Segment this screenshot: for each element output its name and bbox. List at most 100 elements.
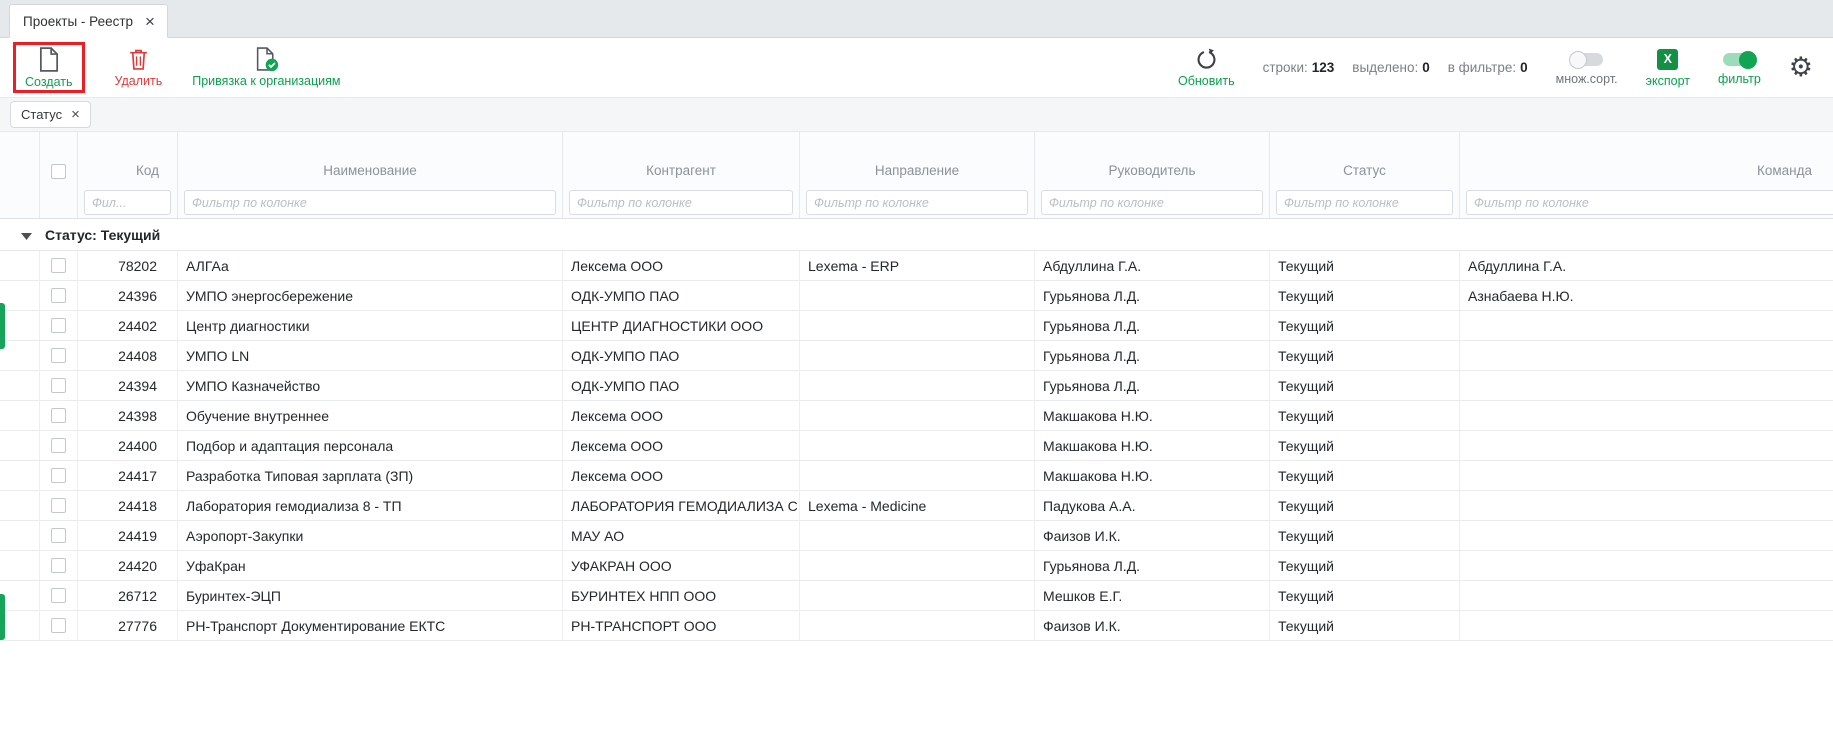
- table-row[interactable]: 27776РН-Транспорт Документирование ЕКТСР…: [0, 611, 1833, 641]
- filter-toggle[interactable]: [1723, 53, 1755, 66]
- row-checkbox-cell: [40, 611, 78, 641]
- bind-organizations-button[interactable]: Привязка к организациям: [192, 46, 340, 89]
- multi-sort-toggle-button[interactable]: множ.сорт.: [1556, 48, 1618, 87]
- row-checkbox[interactable]: [51, 618, 66, 633]
- column-header-status[interactable]: Статус: [1270, 132, 1460, 187]
- column-header-manager[interactable]: Руководитель: [1035, 132, 1270, 187]
- cell-counterparty: ЛАБОРАТОРИЯ ГЕМОДИАЛИЗА С: [563, 491, 800, 521]
- column-header-counterparty[interactable]: Контрагент: [563, 132, 800, 187]
- cell-name: Центр диагностики: [178, 311, 563, 341]
- filter-cell-status: [1270, 187, 1460, 218]
- table-row[interactable]: 24419Аэропорт-ЗакупкиМАУ АОФаизов И.К.Те…: [0, 521, 1833, 551]
- cell-manager: Макшакова Н.Ю.: [1035, 401, 1270, 431]
- row-checkbox-cell: [40, 551, 78, 581]
- excel-export-icon: X: [1657, 49, 1678, 70]
- group-value: Текущий: [101, 227, 160, 243]
- column-header-team[interactable]: Команда: [1460, 132, 1833, 187]
- filter-cell-direction: [800, 187, 1035, 218]
- row-checkbox[interactable]: [51, 558, 66, 573]
- chip-close-icon[interactable]: ×: [71, 107, 80, 122]
- column-filter-input-manager[interactable]: [1041, 190, 1263, 215]
- table-row[interactable]: 24394УМПО КазначействоОДК-УМПО ПАОГурьян…: [0, 371, 1833, 401]
- export-label: экспорт: [1646, 75, 1690, 89]
- column-header-code[interactable]: Код: [78, 132, 178, 187]
- filter-cell-code: [78, 187, 178, 218]
- row-checkbox[interactable]: [51, 438, 66, 453]
- grid-header-titles: КодНаименованиеКонтрагентНаправлениеРуко…: [0, 132, 1833, 187]
- column-header-name[interactable]: Наименование: [178, 132, 563, 187]
- row-checkbox-cell: [40, 371, 78, 401]
- column-filter-input-team[interactable]: [1466, 190, 1833, 215]
- row-checkbox[interactable]: [51, 258, 66, 273]
- collapse-triangle-icon[interactable]: [21, 227, 32, 243]
- table-row[interactable]: 24398Обучение внутреннееЛексема ОООМакша…: [0, 401, 1833, 431]
- cell-status: Текущий: [1270, 251, 1460, 281]
- group-row-status[interactable]: Статус: Текущий: [0, 219, 1833, 251]
- table-row[interactable]: 26712Буринтех-ЭЦПБУРИНТЕХ НПП ОООМешков …: [0, 581, 1833, 611]
- cell-team: [1460, 431, 1833, 461]
- cell-status: Текущий: [1270, 521, 1460, 551]
- delete-button-label: Удалить: [115, 75, 163, 89]
- table-row[interactable]: 24402Центр диагностикиЦЕНТР ДИАГНОСТИКИ …: [0, 311, 1833, 341]
- cell-code: 78202: [78, 251, 178, 281]
- cell-direction: [800, 611, 1035, 641]
- cell-direction: [800, 581, 1035, 611]
- cell-manager: Гурьянова Л.Д.: [1035, 371, 1270, 401]
- row-expander-cell: [0, 281, 40, 311]
- row-checkbox[interactable]: [51, 378, 66, 393]
- refresh-button[interactable]: Обновить: [1178, 46, 1235, 89]
- export-button[interactable]: X экспорт: [1646, 47, 1690, 89]
- multi-sort-label: множ.сорт.: [1556, 73, 1618, 87]
- table-row[interactable]: 24417Разработка Типовая зарплата (ЗП)Лек…: [0, 461, 1833, 491]
- grid-body: 78202АЛГАаЛексема ОООLexema - ERPАбдулли…: [0, 251, 1833, 641]
- tab-projects-registry[interactable]: Проекты - Реестр ×: [9, 4, 168, 38]
- cell-team: [1460, 401, 1833, 431]
- cell-manager: Гурьянова Л.Д.: [1035, 341, 1270, 371]
- row-checkbox[interactable]: [51, 498, 66, 513]
- cell-counterparty: ОДК-УМПО ПАО: [563, 371, 800, 401]
- column-filter-input-direction[interactable]: [806, 190, 1028, 215]
- delete-button[interactable]: Удалить: [115, 46, 163, 89]
- column-filter-input-counterparty[interactable]: [569, 190, 793, 215]
- cell-status: Текущий: [1270, 611, 1460, 641]
- table-row[interactable]: 24400Подбор и адаптация персоналаЛексема…: [0, 431, 1833, 461]
- row-expander-cell: [0, 611, 40, 641]
- row-checkbox[interactable]: [51, 318, 66, 333]
- filter-cell-manager: [1035, 187, 1270, 218]
- cell-status: Текущий: [1270, 371, 1460, 401]
- row-checkbox[interactable]: [51, 288, 66, 303]
- column-header-direction[interactable]: Направление: [800, 132, 1035, 187]
- filter-chip-status[interactable]: Статус ×: [10, 101, 91, 128]
- cell-code: 24419: [78, 521, 178, 551]
- table-row[interactable]: 24396УМПО энергосбережениеОДК-УМПО ПАОГу…: [0, 281, 1833, 311]
- row-checkbox[interactable]: [51, 588, 66, 603]
- filter-toggle-button[interactable]: фильтр: [1718, 48, 1761, 87]
- filter-chip-label: Статус: [21, 107, 62, 122]
- bind-organizations-label: Привязка к организациям: [192, 75, 340, 89]
- row-checkbox[interactable]: [51, 528, 66, 543]
- column-filter-input-name[interactable]: [184, 190, 556, 215]
- cell-code: 24396: [78, 281, 178, 311]
- table-row[interactable]: 24418Лаборатория гемодиализа 8 - ТПЛАБОР…: [0, 491, 1833, 521]
- cell-name: УфаКран: [178, 551, 563, 581]
- cell-counterparty: РН-ТРАНСПОРТ ООО: [563, 611, 800, 641]
- row-checkbox[interactable]: [51, 408, 66, 423]
- table-row[interactable]: 78202АЛГАаЛексема ОООLexema - ERPАбдулли…: [0, 251, 1833, 281]
- row-checkbox[interactable]: [51, 468, 66, 483]
- cell-manager: Фаизов И.К.: [1035, 521, 1270, 551]
- select-all-checkbox[interactable]: [51, 164, 66, 179]
- column-filter-input-code[interactable]: [84, 190, 171, 215]
- table-row[interactable]: 24408УМПО LNОДК-УМПО ПАОГурьянова Л.Д.Те…: [0, 341, 1833, 371]
- cell-manager: Гурьянова Л.Д.: [1035, 551, 1270, 581]
- cell-direction: Lexema - Medicine: [800, 491, 1035, 521]
- row-checkbox[interactable]: [51, 348, 66, 363]
- create-button[interactable]: Создать: [25, 47, 73, 90]
- tab-close-icon[interactable]: ×: [145, 13, 155, 30]
- column-filter-input-status[interactable]: [1276, 190, 1453, 215]
- table-row[interactable]: 24420УфаКранУФАКРАН ОООГурьянова Л.Д.Тек…: [0, 551, 1833, 581]
- row-expander-cell: [0, 461, 40, 491]
- cell-team: Азнабаева Н.Ю.: [1460, 281, 1833, 311]
- settings-gear-icon[interactable]: ⚙: [1789, 54, 1813, 81]
- multi-sort-toggle[interactable]: [1571, 53, 1603, 66]
- cell-direction: [800, 371, 1035, 401]
